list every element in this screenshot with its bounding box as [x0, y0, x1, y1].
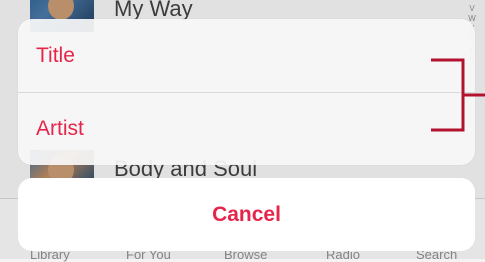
option-label: Title	[36, 43, 75, 67]
sort-options-sheet: Title Artist	[18, 19, 475, 165]
sort-by-title-option[interactable]: Title	[18, 19, 475, 92]
cancel-label: Cancel	[212, 202, 281, 226]
option-label: Artist	[36, 116, 84, 140]
sort-by-artist-option[interactable]: Artist	[18, 92, 475, 165]
cancel-button[interactable]: Cancel	[18, 178, 475, 251]
